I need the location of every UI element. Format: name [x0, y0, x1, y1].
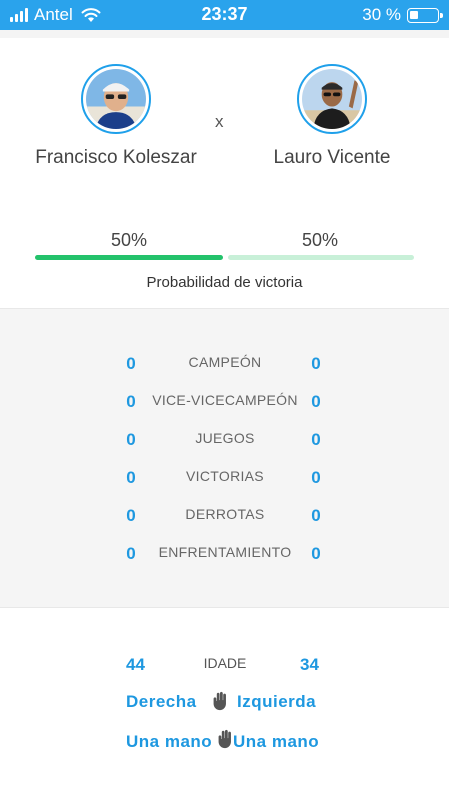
stat-row: 0 DERROTAS 0 [0, 506, 449, 530]
stat-label: DERROTAS [185, 506, 265, 522]
age-player-1: 44 [126, 655, 145, 674]
stat-label: VICTORIAS [186, 468, 264, 484]
age-player-2: 34 [300, 655, 319, 674]
top-divider [0, 30, 449, 38]
battery-icon [407, 7, 443, 23]
stat-player-2: 0 [311, 392, 321, 411]
stat-label: ENFRENTAMIENTO [158, 544, 292, 560]
status-bar: Antel 23:37 30 % [0, 0, 449, 30]
stat-row: 0 JUEGOS 0 [0, 430, 449, 454]
stat-row: 0 VICE-VICECAMPEÓN 0 [0, 392, 449, 416]
player-name: Francisco Koleszar [35, 147, 197, 168]
stat-player-2: 0 [311, 468, 321, 487]
stat-player-2: 0 [311, 506, 321, 525]
stat-row: 0 CAMPEÓN 0 [0, 354, 449, 378]
avatar[interactable] [297, 64, 367, 134]
stat-row: 0 VICTORIAS 0 [0, 468, 449, 492]
stat-player-1: 0 [126, 544, 136, 563]
backhand-player-2: Una mano [233, 732, 320, 751]
stat-player-1: 0 [126, 392, 136, 411]
versus-label: x [215, 112, 224, 131]
avatar[interactable] [81, 64, 151, 134]
hand-player-2: Izquierda [237, 692, 317, 711]
stat-row: 0 ENFRENTAMIENTO 0 [0, 544, 449, 568]
stat-player-1: 0 [126, 468, 136, 487]
hand-icon [209, 690, 231, 712]
probability-bar-player-2 [228, 255, 414, 260]
player-2[interactable]: Lauro Vicente [242, 64, 422, 171]
battery-level [410, 10, 418, 19]
status-right: 30 % [362, 5, 443, 25]
battery-percent: 30 % [362, 5, 401, 24]
stat-player-2: 0 [311, 544, 321, 563]
stat-player-1: 0 [126, 506, 136, 525]
stat-player-2: 0 [311, 354, 321, 373]
stat-label: CAMPEÓN [188, 354, 262, 370]
stat-label: JUEGOS [195, 430, 255, 446]
age-label: IDADE [203, 655, 247, 671]
player-name: Lauro Vicente [273, 147, 391, 168]
probability-label: Probabilidad de victoria [146, 274, 303, 291]
player-photo-icon [302, 69, 362, 129]
stat-player-1: 0 [126, 354, 136, 373]
player-photo-icon [86, 69, 146, 129]
backhand-player-1: Una mano [126, 732, 213, 751]
player-2-probability: 50% [301, 230, 339, 250]
hand-player-1: Derecha [126, 692, 197, 711]
player-1-probability: 50% [110, 230, 148, 250]
player-1[interactable]: Francisco Koleszar [26, 64, 206, 171]
stat-player-2: 0 [311, 430, 321, 449]
stat-label: VICE-VICECAMPEÓN [152, 392, 298, 408]
probability-bar-player-1 [35, 255, 223, 260]
stat-player-1: 0 [126, 430, 136, 449]
